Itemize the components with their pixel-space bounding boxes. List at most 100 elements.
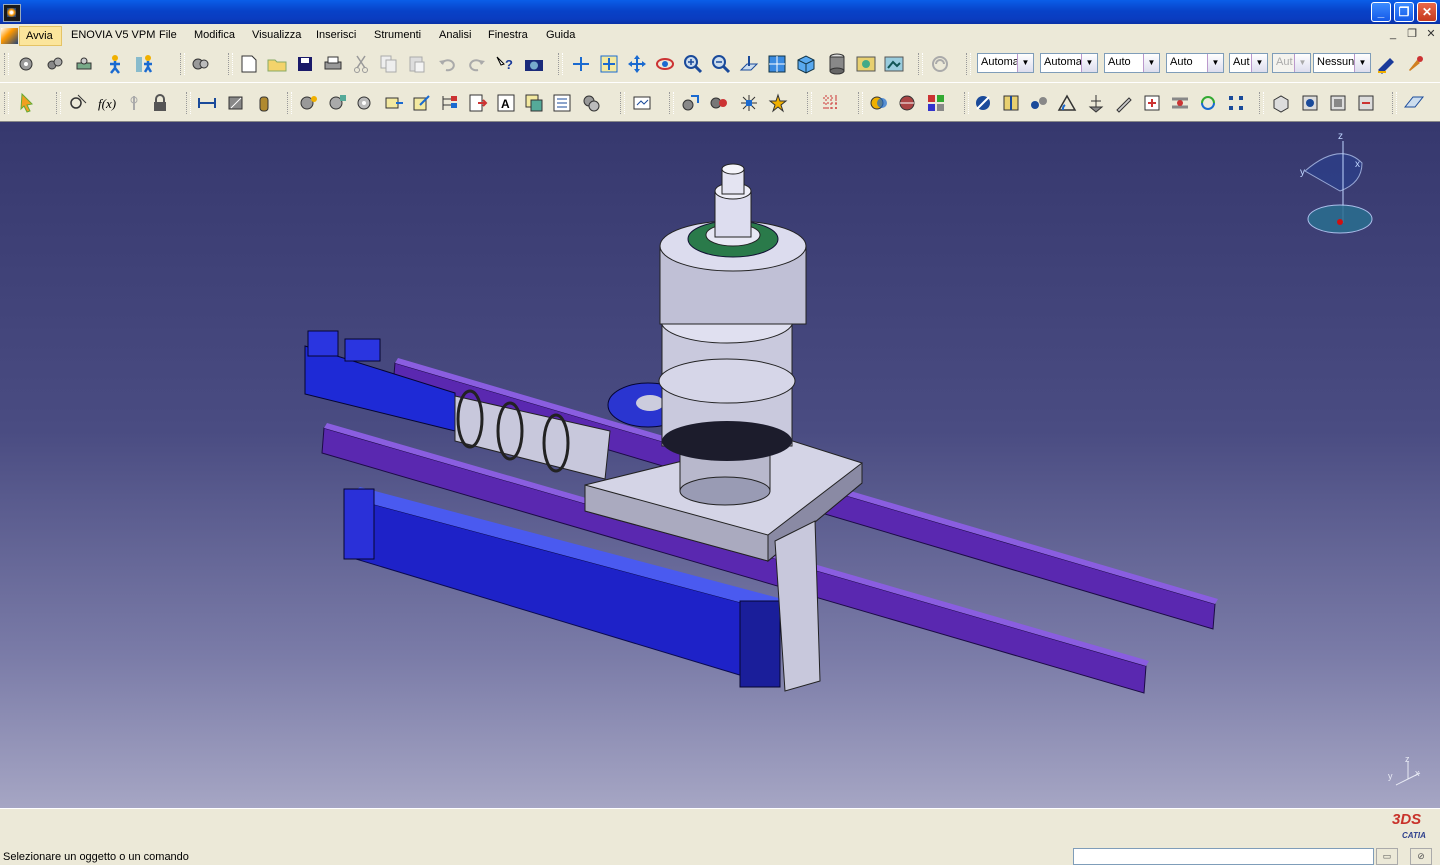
apply-material-icon[interactable]: [1375, 53, 1397, 75]
toolbar-grip[interactable]: [807, 92, 812, 114]
fix-together-icon[interactable]: [1113, 92, 1135, 114]
save-icon[interactable]: [294, 53, 316, 75]
toolbar-grip[interactable]: [228, 53, 233, 75]
toolbar-grip[interactable]: [1392, 92, 1397, 114]
selective-load-icon[interactable]: A: [495, 92, 517, 114]
whats-this-icon[interactable]: ?: [494, 53, 516, 75]
flexible-rigid-icon[interactable]: [1169, 92, 1191, 114]
menu-analisi[interactable]: Analisi: [439, 29, 471, 41]
generate-numbering-icon[interactable]: [467, 92, 489, 114]
existing-component-icon[interactable]: [298, 92, 320, 114]
brush-icon[interactable]: [1404, 53, 1426, 75]
new-file-icon[interactable]: [238, 53, 260, 75]
line-thickness-dropdown[interactable]: Automa ▼: [1040, 53, 1098, 73]
fit-all-in-icon[interactable]: [598, 53, 620, 75]
redo-icon[interactable]: [466, 53, 488, 75]
gears-icon[interactable]: [44, 53, 66, 75]
layer-dropdown[interactable]: Nessuno ▼: [1313, 53, 1371, 73]
coincidence-constraint-icon[interactable]: [972, 92, 994, 114]
copy-icon[interactable]: [378, 53, 400, 75]
line-color-dropdown[interactable]: Automa ▼: [977, 53, 1034, 73]
swap-visible-space-icon[interactable]: [883, 53, 905, 75]
multi-instantiation-icon[interactable]: [551, 92, 573, 114]
document-minimize-button[interactable]: _: [1386, 28, 1400, 42]
toolbar-grip[interactable]: [858, 92, 863, 114]
new-product-icon[interactable]: [326, 92, 348, 114]
menu-finestra[interactable]: Finestra: [488, 29, 528, 41]
select-arrow-icon[interactable]: [16, 92, 38, 114]
formula-icon[interactable]: f(x): [97, 92, 119, 114]
3d-viewport[interactable]: z y x z y x: [0, 121, 1440, 809]
hole-icon[interactable]: [1299, 92, 1321, 114]
human-icon[interactable]: [104, 53, 126, 75]
navigation-compass[interactable]: [1304, 141, 1373, 234]
chevron-down-icon[interactable]: ▼: [1081, 54, 1097, 72]
scene-icon[interactable]: [631, 92, 653, 114]
toolbar-grip[interactable]: [56, 92, 61, 114]
menu-file[interactable]: File: [159, 29, 177, 41]
kinematics-icon[interactable]: [73, 53, 95, 75]
paste-icon[interactable]: [406, 53, 428, 75]
offset-constraint-icon[interactable]: [1028, 92, 1050, 114]
menu-guida[interactable]: Guida: [546, 29, 575, 41]
command-input[interactable]: [1073, 848, 1374, 865]
rotate-icon[interactable]: [654, 53, 676, 75]
fix-component-icon[interactable]: [1085, 92, 1107, 114]
chevron-down-icon[interactable]: ▼: [1251, 54, 1267, 72]
toolbar-grip[interactable]: [669, 92, 674, 114]
measure-inertia-icon[interactable]: [253, 92, 275, 114]
new-component-icon[interactable]: [354, 92, 376, 114]
minimize-window-button[interactable]: _: [1371, 2, 1391, 22]
toolbar-grip[interactable]: [1259, 92, 1264, 114]
fly-mode-icon[interactable]: [570, 53, 592, 75]
linetype-dropdown[interactable]: Auto ▼: [1104, 53, 1160, 73]
update-icon[interactable]: [929, 53, 951, 75]
menu-avvia[interactable]: Avvia: [19, 26, 62, 46]
new-part-icon[interactable]: [383, 92, 405, 114]
assembly-model[interactable]: z y x z y x: [0, 122, 1440, 809]
menu-inserisci[interactable]: Inserisci: [316, 29, 356, 41]
document-restore-button[interactable]: ❐: [1405, 28, 1419, 42]
measure-between-icon[interactable]: [196, 92, 218, 114]
manage-representations-icon[interactable]: [523, 92, 545, 114]
maximize-window-button[interactable]: ❐: [1394, 2, 1414, 22]
shading-icon[interactable]: [826, 53, 848, 75]
cut-icon[interactable]: [350, 53, 372, 75]
angle-constraint-icon[interactable]: [1056, 92, 1078, 114]
distance-band-icon[interactable]: [925, 92, 947, 114]
chevron-down-icon[interactable]: ▼: [1207, 54, 1223, 72]
reuse-pattern-icon[interactable]: [1225, 92, 1247, 114]
zoom-in-icon[interactable]: [682, 53, 704, 75]
knowledge-icon[interactable]: [123, 92, 145, 114]
toolbar-grip[interactable]: [966, 53, 971, 75]
quick-constraint-icon[interactable]: [1141, 92, 1163, 114]
toolbar-grip[interactable]: [287, 92, 292, 114]
chevron-down-icon[interactable]: ▼: [1143, 54, 1159, 72]
close-window-button[interactable]: ✕: [1417, 2, 1437, 22]
toolbar-grip[interactable]: [186, 92, 191, 114]
normal-view-icon[interactable]: [738, 53, 760, 75]
explode-icon[interactable]: [738, 92, 760, 114]
undo-icon[interactable]: [436, 53, 458, 75]
grid-icon[interactable]: [820, 92, 842, 114]
stop-manipulate-on-clash-icon[interactable]: [767, 92, 789, 114]
menu-enovia[interactable]: ENOVIA V5 VPM: [71, 29, 155, 41]
hide-show-icon[interactable]: [855, 53, 877, 75]
chevron-down-icon[interactable]: ▼: [1354, 54, 1370, 72]
split-icon[interactable]: [1270, 92, 1292, 114]
clash-icon[interactable]: [868, 92, 890, 114]
print-icon[interactable]: [322, 53, 344, 75]
human-workspace-icon[interactable]: [134, 53, 156, 75]
replace-component-icon[interactable]: [411, 92, 433, 114]
multi-view-icon[interactable]: [766, 53, 788, 75]
zoom-out-icon[interactable]: [710, 53, 732, 75]
toolbar-grip[interactable]: [4, 53, 9, 75]
command-list-button[interactable]: ▭: [1376, 848, 1398, 865]
document-close-button[interactable]: ✕: [1424, 28, 1438, 42]
plane-icon[interactable]: [1403, 92, 1425, 114]
toolbar-grip[interactable]: [620, 92, 625, 114]
sketch-icon[interactable]: [67, 92, 89, 114]
toolbar-grip[interactable]: [964, 92, 969, 114]
cancel-command-button[interactable]: ⊘: [1410, 848, 1432, 865]
isometric-view-icon[interactable]: [795, 53, 817, 75]
